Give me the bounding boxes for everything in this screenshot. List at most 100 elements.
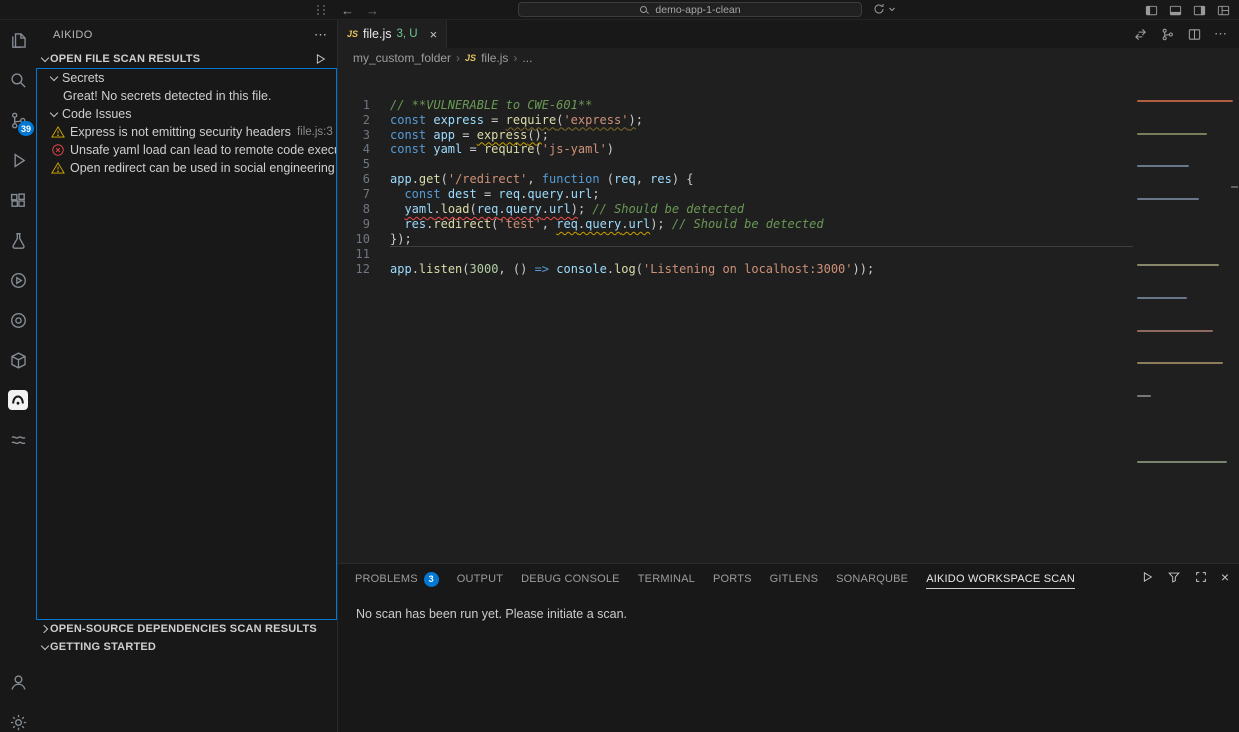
code-line[interactable]: 4const yaml = require('js-yaml') xyxy=(338,142,1239,157)
maximize-panel-icon[interactable] xyxy=(1194,570,1208,584)
code-token: () xyxy=(513,262,535,276)
source-history-icon[interactable] xyxy=(1160,27,1175,42)
tab-bar: JS file.js 3, U × ⋯ xyxy=(338,20,1239,48)
run-scan-icon[interactable] xyxy=(1140,570,1154,584)
package-icon[interactable] xyxy=(0,340,36,380)
line-number[interactable]: 2 xyxy=(338,113,370,128)
code-text: }); xyxy=(370,232,412,247)
more-actions-icon[interactable]: ⋯ xyxy=(314,27,327,43)
testing-beaker-icon[interactable] xyxy=(0,220,36,260)
line-number[interactable]: 9 xyxy=(338,217,370,232)
run-scan-icon[interactable] xyxy=(313,52,327,66)
panel-tab-ports[interactable]: PORTS xyxy=(704,564,761,594)
back-icon[interactable]: ← xyxy=(341,3,354,18)
line-number[interactable]: 3 xyxy=(338,128,370,143)
close-panel-icon[interactable]: × xyxy=(1221,570,1229,584)
aikido-icon[interactable] xyxy=(0,380,36,420)
line-number[interactable]: 5 xyxy=(338,157,370,172)
breadcrumb-item-symbol[interactable]: ... xyxy=(522,51,532,65)
code-token: 'js-yaml' xyxy=(542,142,607,156)
code-token: ) xyxy=(535,128,542,142)
panel-tab-output[interactable]: OUTPUT xyxy=(448,564,512,594)
split-editor-icon[interactable] xyxy=(1187,27,1202,42)
play-circle-icon[interactable] xyxy=(0,260,36,300)
section-open-source-dependencies[interactable]: OPEN-SOURCE DEPENDENCIES SCAN RESULTS xyxy=(36,620,337,638)
panel-tab-label: AIKIDO WORKSPACE SCAN xyxy=(926,569,1075,589)
close-icon[interactable]: × xyxy=(430,27,438,42)
breadcrumb-item-folder[interactable]: my_custom_folder xyxy=(353,51,451,65)
section-getting-started[interactable]: GETTING STARTED xyxy=(36,638,337,656)
code-token: , xyxy=(636,172,650,186)
tab-file-js[interactable]: JS file.js 3, U × xyxy=(338,20,447,48)
line-number[interactable]: 6 xyxy=(338,172,370,187)
waves-icon[interactable] xyxy=(0,420,36,460)
line-number[interactable]: 11 xyxy=(338,247,370,262)
code-line[interactable]: 11 xyxy=(338,247,1239,262)
code-token: ; xyxy=(592,187,599,201)
sync-dropdown-button[interactable] xyxy=(872,2,896,16)
code-line[interactable]: 7 const dest = req.query.url; xyxy=(338,187,1239,202)
breadcrumb-item-file[interactable]: file.js xyxy=(481,51,508,65)
toggle-secondary-sidebar-icon[interactable] xyxy=(1192,3,1207,18)
chevron-down-icon xyxy=(49,73,59,83)
more-actions-icon[interactable]: ⋯ xyxy=(1214,26,1227,42)
tree-item-issue[interactable]: Open redirect can be used in social engi… xyxy=(37,159,336,177)
code-token: res xyxy=(650,172,672,186)
search-icon[interactable] xyxy=(0,60,36,100)
toggle-primary-sidebar-icon[interactable] xyxy=(1144,3,1159,18)
panel-tab-label: DEBUG CONSOLE xyxy=(521,569,620,589)
command-center-search[interactable]: demo-app-1-clean xyxy=(518,2,862,17)
section-open-file-scan-results[interactable]: OPEN FILE SCAN RESULTS xyxy=(36,50,337,68)
code-token: listen xyxy=(419,262,462,276)
problems-count-badge: 3 xyxy=(424,572,439,587)
filter-icon[interactable] xyxy=(1167,570,1181,584)
code-token: , xyxy=(542,217,556,231)
panel-tab-aikido-workspace-scan[interactable]: AIKIDO WORKSPACE SCAN xyxy=(917,564,1084,594)
line-number[interactable]: 10 xyxy=(338,232,370,247)
tree-item-secrets[interactable]: Secrets xyxy=(37,69,336,87)
code-line[interactable]: 12app.listen(3000, () => console.log('Li… xyxy=(338,262,1239,277)
code-line[interactable]: 10}); xyxy=(338,232,1239,247)
code-token: }); xyxy=(390,232,412,246)
code-token: dest xyxy=(448,187,477,201)
panel-tab-gitlens[interactable]: GITLENS xyxy=(761,564,827,594)
code-line[interactable]: 1// **VULNERABLE to CWE-601** xyxy=(338,98,1239,113)
tree-item-code-issues[interactable]: Code Issues xyxy=(37,105,336,123)
tree-item-issue[interactable]: Express is not emitting security headers… xyxy=(37,123,336,141)
line-number[interactable]: 12 xyxy=(338,262,370,277)
line-number[interactable]: 7 xyxy=(338,187,370,202)
panel-tab-sonarqube[interactable]: SONARQUBE xyxy=(827,564,917,594)
line-number[interactable]: 8 xyxy=(338,202,370,217)
grid-dots-icon[interactable] xyxy=(315,4,327,16)
code-line[interactable]: 2const express = require('express'); xyxy=(338,113,1239,128)
tree-item-issue[interactable]: Unsafe yaml load can lead to remote code… xyxy=(37,141,336,159)
panel-tab-debug-console[interactable]: DEBUG CONSOLE xyxy=(512,564,629,594)
tree-item-secrets-message[interactable]: Great! No secrets detected in this file. xyxy=(37,87,336,105)
target-circle-icon[interactable] xyxy=(0,300,36,340)
code-line[interactable]: 8 yaml.load(req.query.url); // Should be… xyxy=(338,202,1239,217)
explorer-icon[interactable] xyxy=(0,20,36,60)
code-token: = xyxy=(462,142,484,156)
code-line[interactable]: 3const app = express(); xyxy=(338,128,1239,143)
code-line[interactable]: 5 xyxy=(338,157,1239,172)
panel-tab-terminal[interactable]: TERMINAL xyxy=(629,564,704,594)
extensions-icon[interactable] xyxy=(0,180,36,220)
source-control-icon[interactable]: 39 xyxy=(0,100,36,140)
compare-changes-icon[interactable] xyxy=(1133,27,1148,42)
line-number[interactable]: 1 xyxy=(338,98,370,113)
line-number[interactable]: 4 xyxy=(338,142,370,157)
account-icon[interactable] xyxy=(0,662,36,702)
toggle-panel-icon[interactable] xyxy=(1168,3,1183,18)
customize-layout-icon[interactable] xyxy=(1216,3,1231,18)
run-debug-icon[interactable] xyxy=(0,140,36,180)
code-line[interactable]: 6app.get('/redirect', function (req, res… xyxy=(338,172,1239,187)
forward-icon[interactable]: → xyxy=(366,3,379,18)
code-token: 'express' xyxy=(563,113,628,127)
code-token: ; xyxy=(636,113,643,127)
code-line[interactable]: 9 res.redirect('test', req.query.url); /… xyxy=(338,217,1239,232)
settings-gear-icon[interactable] xyxy=(0,702,36,732)
code-editor[interactable]: 1// **VULNERABLE to CWE-601**2const expr… xyxy=(338,68,1239,563)
code-token: const xyxy=(390,128,426,142)
minimap[interactable] xyxy=(1137,70,1233,494)
panel-tab-problems[interactable]: PROBLEMS3 xyxy=(346,564,448,594)
